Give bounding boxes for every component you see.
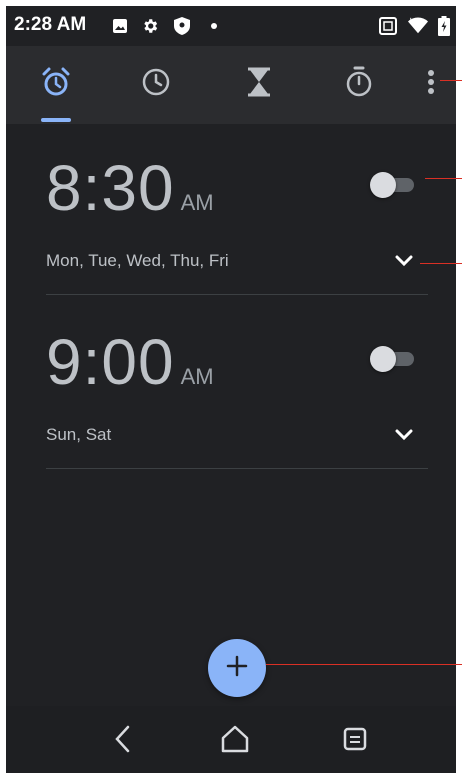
tab-alarm[interactable]: [36, 64, 76, 104]
alarm-time[interactable]: 9:00 AM: [46, 330, 214, 394]
shield-icon: [172, 16, 192, 36]
home-icon: [220, 725, 250, 758]
tab-bar: [6, 46, 456, 124]
battery-icon: [434, 16, 454, 36]
dot-icon: [204, 16, 224, 36]
expand-button[interactable]: [392, 251, 416, 275]
recents-icon: [343, 727, 367, 756]
hourglass-icon: [247, 67, 271, 102]
toggle-thumb: [370, 172, 396, 198]
navigation-bar: [6, 706, 456, 773]
back-button[interactable]: [108, 725, 138, 758]
divider: [46, 294, 428, 295]
alarm-ampm: AM: [180, 364, 214, 389]
back-icon: [114, 725, 132, 758]
alarm-days: Sun, Sat: [46, 425, 112, 444]
alarm-time-value: 9:00: [46, 326, 175, 398]
home-button[interactable]: [220, 725, 250, 758]
clock-icon: [141, 67, 171, 102]
annotation-line: [420, 263, 462, 264]
toggle-thumb: [370, 346, 396, 372]
chevron-down-icon: [395, 254, 413, 272]
add-alarm-button[interactable]: [208, 639, 266, 697]
stopwatch-icon: [344, 66, 374, 103]
status-time: 2:28 AM: [14, 14, 87, 35]
status-bar: 2:28 AM: [6, 6, 456, 46]
more-vert-icon: [427, 69, 435, 100]
annotation-line: [440, 80, 462, 81]
alarm-toggle[interactable]: [370, 172, 418, 198]
wifi-icon: [408, 16, 428, 36]
expand-button[interactable]: [392, 425, 416, 449]
tab-selected-indicator: [41, 118, 71, 122]
alarm-days: Mon, Tue, Wed, Thu, Fri: [46, 251, 229, 270]
tab-clock[interactable]: [136, 64, 176, 104]
alarm-time-value: 8:30: [46, 152, 175, 224]
annotation-line: [425, 178, 462, 179]
alarm-ampm: AM: [180, 190, 214, 215]
annotation-line: [266, 664, 462, 665]
chevron-down-icon: [395, 428, 413, 446]
gear-icon: [140, 16, 160, 36]
clock-app: 2:28 AM 8:30 AM Mon, Tue, Wed, Thu, Fri …: [6, 6, 456, 773]
recents-button[interactable]: [340, 726, 370, 756]
alarm-toggle[interactable]: [370, 346, 418, 372]
divider: [46, 468, 428, 469]
tab-timer[interactable]: [239, 64, 279, 104]
alarm-icon: [40, 66, 72, 103]
plus-icon: [226, 655, 248, 682]
alarm-time[interactable]: 8:30 AM: [46, 156, 214, 220]
more-options-button[interactable]: [416, 64, 446, 104]
image-icon: [110, 16, 130, 36]
nfc-icon: [378, 16, 398, 36]
tab-stopwatch[interactable]: [339, 64, 379, 104]
